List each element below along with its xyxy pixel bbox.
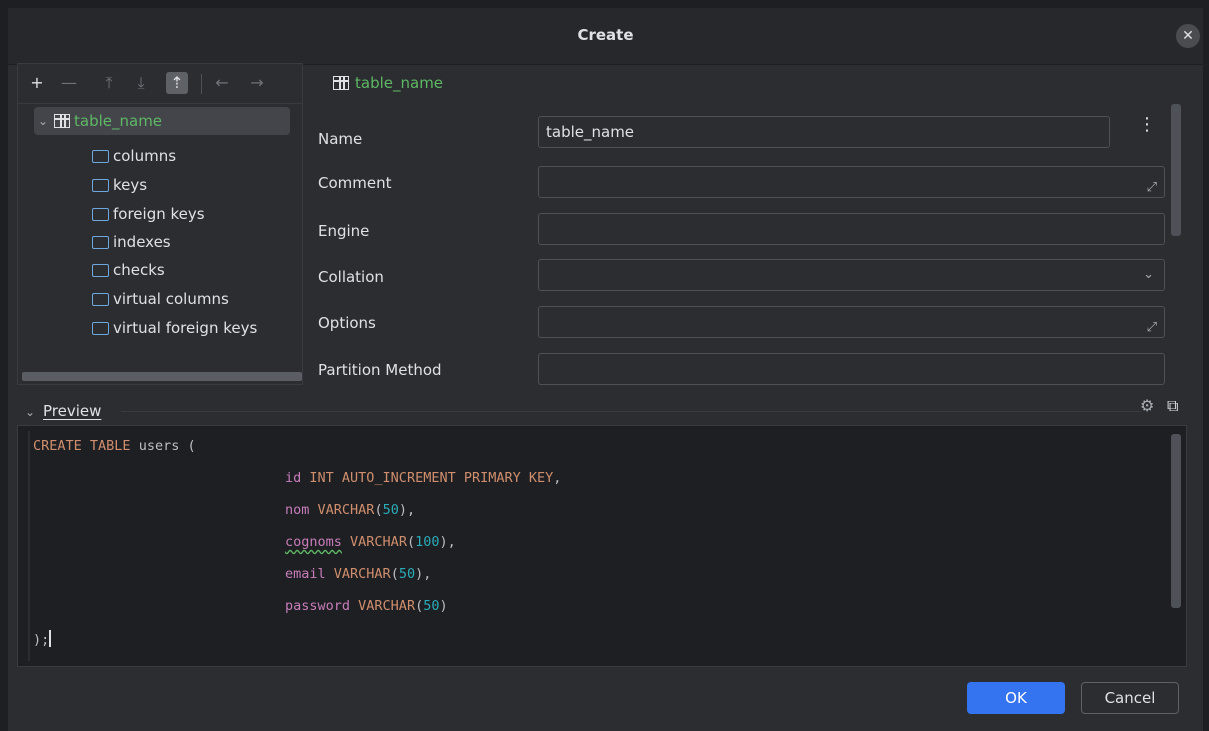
properties-header-label: table_name [355,74,444,92]
properties-header: table_name [333,72,443,94]
table-icon [54,114,70,128]
editor-gutter [28,431,30,661]
tree-item-label: virtual columns [113,290,229,308]
collation-label: Collation [318,268,384,286]
code-line: nom VARCHAR(50), [285,502,416,518]
text-caret [49,630,51,647]
folder-icon [92,321,109,335]
tree-item-table[interactable]: ⌄ table_name [38,110,162,132]
engine-field[interactable] [538,213,1165,245]
tree-item-label: foreign keys [113,205,205,223]
dialog-titlebar: Create ✕ [8,8,1203,65]
name-label: Name [318,130,363,148]
preview-title[interactable]: ⌄ Preview [25,402,101,420]
partition-method-label: Partition Method [318,361,442,379]
window-top-edge [0,0,1209,8]
code-line: id INT AUTO_INCREMENT PRIMARY KEY, [285,470,562,486]
tree-item-label: indexes [113,233,171,251]
code-line: CREATE TABLE users ( [33,438,196,454]
close-icon[interactable]: ✕ [1176,24,1200,48]
preview-section-header[interactable]: ⌄ Preview ⚙ ⧉ [17,390,1187,420]
collation-select[interactable]: ⌄ [538,259,1165,291]
name-field[interactable]: table_name [538,116,1110,148]
folder-icon [92,149,109,163]
structure-tree-panel: + — ⤒ ⤓ ⇡ ← → ⌄ table_name columns keys … [17,63,303,385]
tree-item-checks[interactable]: checks [92,259,165,281]
comment-field[interactable]: ⤢ [538,166,1165,198]
back-arrow-icon[interactable]: ← [211,72,233,94]
move-top-icon[interactable]: ⇡ [166,72,188,94]
preview-label: Preview [43,402,102,420]
chevron-down-icon[interactable]: ⌄ [1143,260,1154,290]
preview-divider [121,411,1141,412]
folder-icon [92,292,109,306]
engine-label: Engine [318,222,370,240]
tree-item-indexes[interactable]: indexes [92,231,171,253]
code-line: password VARCHAR(50) [285,598,448,614]
folder-icon [92,178,109,192]
options-label: Options [318,314,376,332]
sql-preview-editor[interactable]: CREATE TABLE users ( id INT AUTO_INCREME… [17,425,1187,667]
dialog-title: Create [577,26,634,44]
tree-root-label: table_name [74,112,163,130]
expand-icon[interactable]: ⤢ [1147,313,1157,343]
tree-horizontal-scrollbar[interactable] [22,372,302,381]
tree-item-label: virtual foreign keys [113,319,258,337]
partition-method-field[interactable] [538,353,1165,385]
gear-icon[interactable]: ⚙ [1140,396,1154,415]
remove-icon[interactable]: — [58,72,80,94]
tree-item-foreign-keys[interactable]: foreign keys [92,203,205,225]
tree-item-label: columns [113,147,177,165]
table-icon [333,76,349,90]
tree-item-label: keys [113,176,148,194]
editor-scrollbar[interactable] [1171,434,1181,608]
folder-icon [92,235,109,249]
tree-item-virtual-foreign-keys[interactable]: virtual foreign keys [92,317,257,339]
tree-toolbar: + — ⤒ ⤓ ⇡ ← → [18,64,302,104]
folder-icon [92,207,109,221]
open-in-new-window-icon[interactable]: ⧉ [1167,396,1178,416]
tree-item-keys[interactable]: keys [92,174,147,196]
properties-scrollbar[interactable] [1171,104,1181,236]
tree-item-label: checks [113,261,165,279]
tree-item-virtual-columns[interactable]: virtual columns [92,288,229,310]
move-up-icon[interactable]: ⤒ [98,72,120,94]
tree-item-columns[interactable]: columns [92,145,176,167]
add-icon[interactable]: + [26,72,48,94]
options-field[interactable]: ⤢ [538,306,1165,338]
ok-button[interactable]: OK [967,682,1065,714]
forward-arrow-icon[interactable]: → [246,72,268,94]
chevron-down-icon[interactable]: ⌄ [25,405,37,419]
toolbar-separator [201,74,202,94]
more-options-icon[interactable]: ⋮ [1138,114,1156,135]
comment-label: Comment [318,174,392,192]
move-down-icon[interactable]: ⤓ [130,72,152,94]
folder-icon [92,263,109,277]
code-line: cognoms VARCHAR(100), [285,534,456,550]
code-line: email VARCHAR(50), [285,566,432,582]
expand-icon[interactable]: ⤢ [1147,173,1157,203]
code-line: ); [33,630,51,648]
chevron-down-icon[interactable]: ⌄ [38,114,50,128]
cancel-button[interactable]: Cancel [1081,682,1179,714]
